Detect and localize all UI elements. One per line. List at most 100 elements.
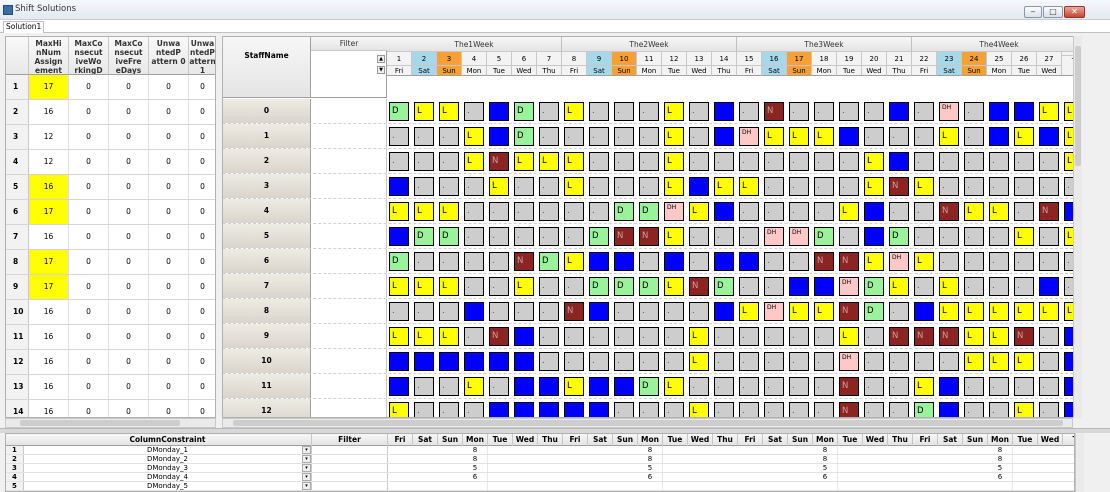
filter-up-icon[interactable]: ▲ bbox=[377, 55, 385, 63]
shift-cell[interactable]: . bbox=[1039, 402, 1059, 417]
shift-cell[interactable]: D bbox=[514, 127, 534, 146]
day-column-header[interactable]: 4 Mon bbox=[462, 52, 487, 76]
shift-cell[interactable]: . bbox=[914, 152, 934, 171]
shift-cell[interactable]: . bbox=[414, 252, 434, 271]
shift-cell[interactable]: . bbox=[964, 377, 984, 396]
shift-cell[interactable] bbox=[789, 277, 809, 296]
shift-cell[interactable]: . bbox=[789, 352, 809, 371]
shift-cell[interactable]: . bbox=[789, 102, 809, 121]
constraint-cell[interactable]: 0 bbox=[189, 350, 215, 374]
shift-cell[interactable]: L bbox=[914, 177, 934, 196]
shift-cell[interactable]: L bbox=[1039, 302, 1059, 321]
constraint-row[interactable]: 2 16 0 0 0 0 bbox=[6, 100, 215, 125]
bottom-day-header[interactable]: Mon bbox=[813, 434, 838, 446]
shift-cell[interactable]: . bbox=[989, 227, 1009, 246]
shift-cell[interactable]: . bbox=[964, 227, 984, 246]
shift-cell[interactable]: D bbox=[589, 227, 609, 246]
shift-cell[interactable]: . bbox=[464, 402, 484, 417]
filter-cell[interactable] bbox=[311, 174, 387, 198]
bottom-day-header[interactable]: Thu bbox=[538, 434, 563, 446]
shift-cell[interactable]: . bbox=[914, 227, 934, 246]
filter-cell[interactable] bbox=[311, 374, 387, 398]
shift-cell[interactable]: . bbox=[439, 152, 459, 171]
filter-cell[interactable] bbox=[311, 299, 387, 323]
constraint-name[interactable]: DMonday_2 bbox=[24, 455, 312, 463]
constraint-value[interactable]: 6 bbox=[813, 473, 838, 481]
shift-cell[interactable]: DH bbox=[664, 202, 684, 221]
constraint-cell[interactable]: 0 bbox=[189, 150, 215, 174]
shift-cell[interactable]: . bbox=[564, 277, 584, 296]
staff-name[interactable]: 3 bbox=[223, 174, 311, 198]
shift-cell[interactable]: L bbox=[1039, 102, 1059, 121]
shift-cell[interactable]: L bbox=[1014, 352, 1034, 371]
shift-cell[interactable]: DH bbox=[839, 277, 859, 296]
shift-cell[interactable]: D bbox=[639, 202, 659, 221]
dropdown-arrow-icon[interactable]: ▾ bbox=[302, 455, 311, 463]
shift-cell[interactable]: N bbox=[889, 177, 909, 196]
shift-cell[interactable] bbox=[589, 377, 609, 396]
day-column-header[interactable]: 9 Sat bbox=[587, 52, 612, 76]
bottom-day-header[interactable]: Tue bbox=[1013, 434, 1038, 446]
shift-cell[interactable]: N bbox=[939, 327, 959, 346]
constraint-cell[interactable]: 16 bbox=[29, 375, 69, 399]
shift-cell[interactable]: L bbox=[864, 252, 884, 271]
shift-cell[interactable]: D bbox=[539, 252, 559, 271]
shift-cell[interactable]: L bbox=[839, 202, 859, 221]
shift-cell[interactable]: L bbox=[1014, 127, 1034, 146]
shift-cell[interactable]: . bbox=[639, 177, 659, 196]
day-column-header[interactable]: 20 Wed bbox=[862, 52, 887, 76]
column-constraint-row[interactable]: 3 DMonday_3 ▾ 5 5 5 5 bbox=[6, 464, 1074, 473]
shift-cell[interactable]: L bbox=[964, 202, 984, 221]
shift-cell[interactable]: L bbox=[964, 302, 984, 321]
constraint-cell[interactable]: 0 bbox=[149, 75, 189, 99]
constraint-row[interactable]: 1 17 0 0 0 0 bbox=[6, 75, 215, 100]
filter-cell[interactable] bbox=[311, 124, 387, 148]
shift-cell[interactable]: . bbox=[589, 152, 609, 171]
shift-cell[interactable]: . bbox=[489, 227, 509, 246]
shift-cell[interactable]: . bbox=[614, 327, 634, 346]
shift-cell[interactable]: N bbox=[764, 102, 784, 121]
shift-cell[interactable] bbox=[1039, 127, 1059, 146]
constraint-cell[interactable]: 16 bbox=[29, 350, 69, 374]
shift-cell[interactable]: . bbox=[714, 152, 734, 171]
shift-cell[interactable]: N bbox=[914, 327, 934, 346]
shift-cell[interactable]: . bbox=[489, 302, 509, 321]
constraint-cell[interactable]: 16 bbox=[29, 400, 69, 417]
shift-cell[interactable]: D bbox=[614, 277, 634, 296]
shift-cell[interactable]: N bbox=[839, 402, 859, 417]
shift-cell[interactable]: N bbox=[839, 377, 859, 396]
column-constraint-title[interactable]: ColumnConstraint bbox=[24, 434, 312, 446]
shift-cell[interactable]: L bbox=[789, 127, 809, 146]
shift-cell[interactable]: L bbox=[939, 302, 959, 321]
shift-cell[interactable]: . bbox=[689, 377, 709, 396]
constraint-cell[interactable]: 0 bbox=[69, 275, 109, 299]
shift-cell[interactable]: . bbox=[964, 152, 984, 171]
shift-cell[interactable]: L bbox=[664, 277, 684, 296]
shift-cell[interactable]: L bbox=[989, 202, 1009, 221]
shift-cell[interactable]: . bbox=[1014, 202, 1034, 221]
shift-cell[interactable]: . bbox=[989, 377, 1009, 396]
week-header[interactable]: The2Week bbox=[562, 37, 737, 52]
shift-cell[interactable] bbox=[489, 352, 509, 371]
constraint-value[interactable] bbox=[813, 482, 838, 490]
shift-cell[interactable]: L bbox=[664, 152, 684, 171]
constraint-cell[interactable]: 0 bbox=[149, 250, 189, 274]
constraint-cell[interactable]: 0 bbox=[109, 150, 149, 174]
shift-cell[interactable]: . bbox=[689, 102, 709, 121]
constraint-value[interactable]: 5 bbox=[988, 464, 1013, 472]
shift-cell[interactable]: . bbox=[464, 227, 484, 246]
shift-cell[interactable]: L bbox=[939, 277, 959, 296]
shift-cell[interactable]: L bbox=[439, 202, 459, 221]
shift-cell[interactable]: L bbox=[564, 252, 584, 271]
shift-cell[interactable] bbox=[539, 377, 559, 396]
shift-cell[interactable] bbox=[714, 127, 734, 146]
shift-cell[interactable] bbox=[714, 252, 734, 271]
scroll-thumb[interactable] bbox=[233, 420, 1063, 426]
dropdown-arrow-icon[interactable]: ▾ bbox=[302, 482, 311, 490]
shift-cell[interactable]: . bbox=[664, 352, 684, 371]
constraint-value[interactable]: 5 bbox=[813, 464, 838, 472]
constraint-cell[interactable]: 0 bbox=[69, 125, 109, 149]
constraint-cell[interactable]: 0 bbox=[189, 300, 215, 324]
constraint-cell[interactable]: 0 bbox=[69, 75, 109, 99]
shift-cell[interactable]: . bbox=[539, 277, 559, 296]
